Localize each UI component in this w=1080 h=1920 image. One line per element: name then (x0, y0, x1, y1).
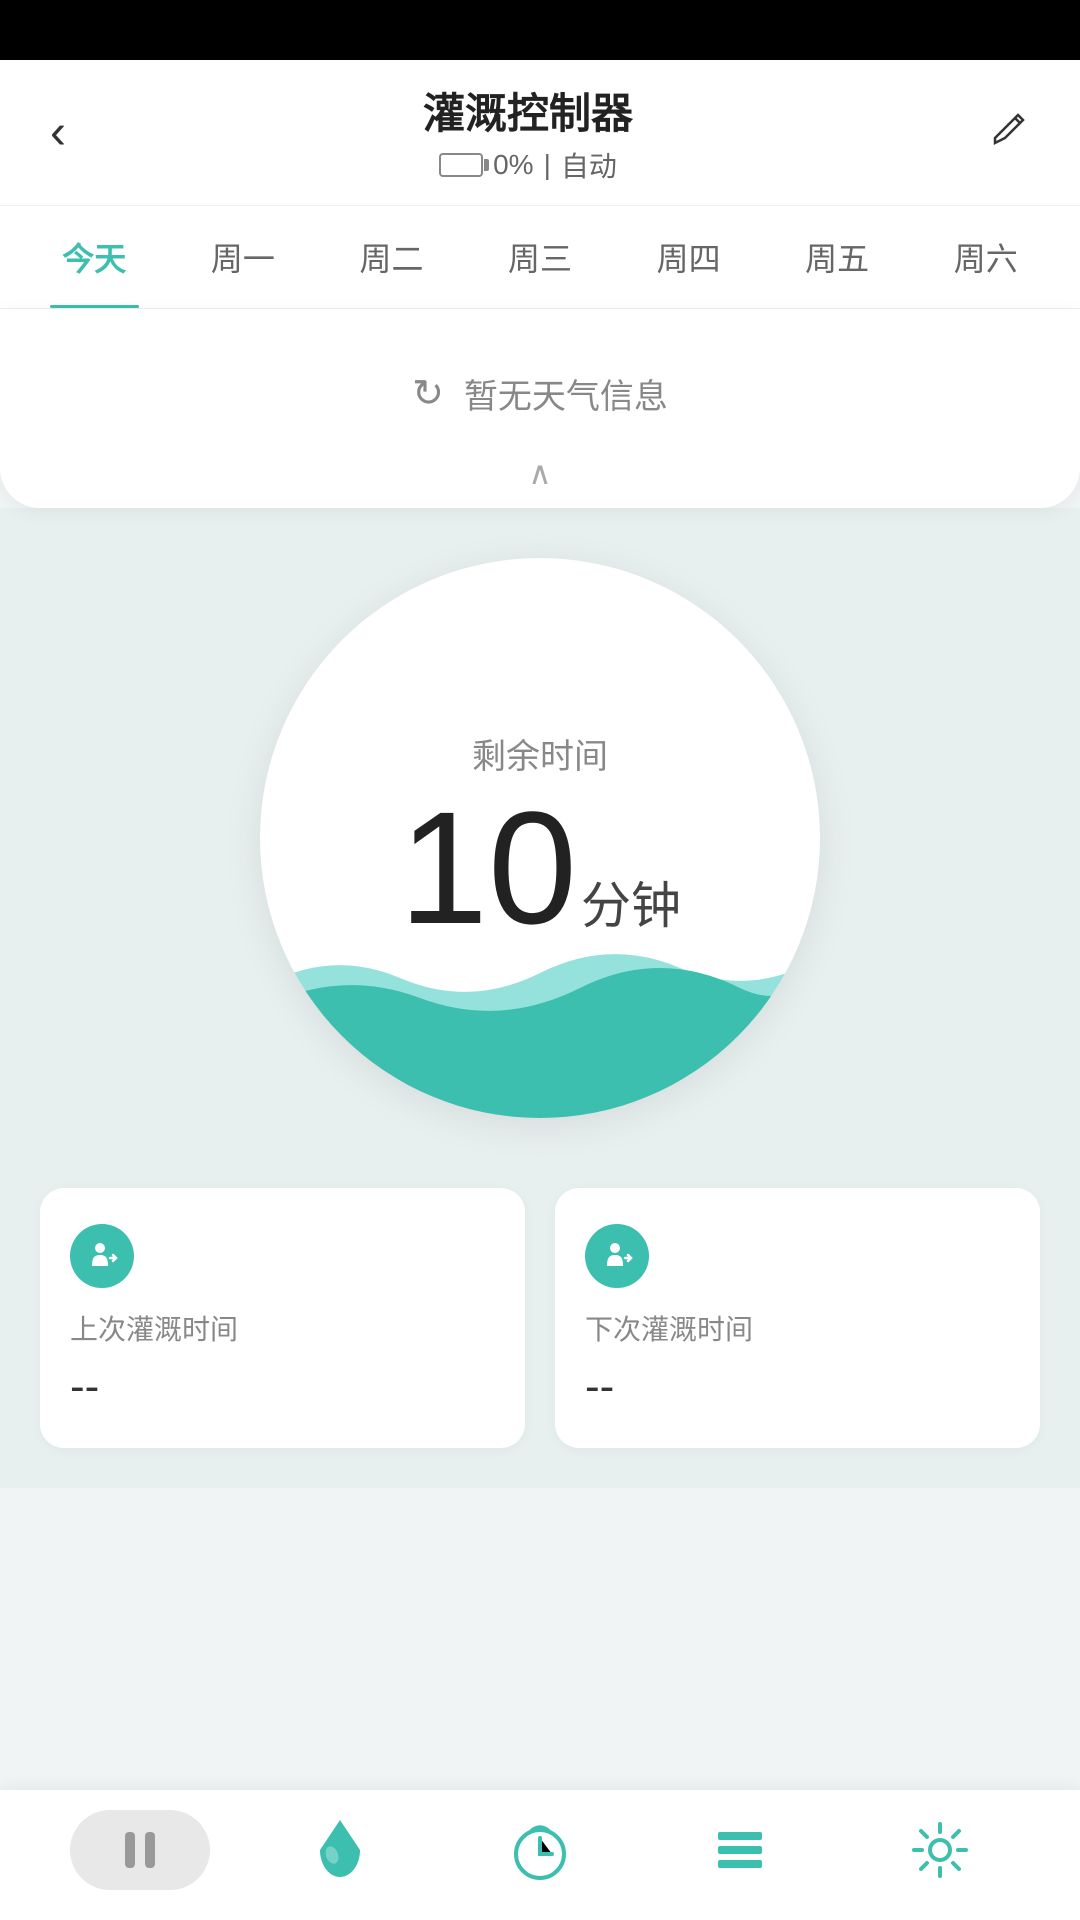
battery-percent: 0% (493, 149, 533, 181)
main-content: 剩余时间 10 分钟 (0, 508, 1080, 1488)
timer-label: 剩余时间 (472, 729, 608, 778)
tab-monday[interactable]: 周一 (169, 206, 318, 308)
separator: | (544, 149, 551, 181)
tab-today[interactable]: 今天 (20, 206, 169, 308)
day-tabs: 今天 周一 周二 周三 周四 周五 周六 (0, 206, 1080, 309)
battery-icon (439, 153, 483, 177)
last-watering-svg (84, 1238, 120, 1274)
timer-value: 10 分钟 (399, 788, 681, 948)
tab-tuesday[interactable]: 周二 (317, 206, 466, 308)
collapse-button[interactable]: ∧ (0, 454, 1080, 492)
last-watering-value: -- (70, 1362, 495, 1412)
back-button[interactable]: ‹ (40, 95, 76, 170)
timer-circle: 剩余时间 10 分钟 (260, 558, 820, 1118)
nav-item-pause[interactable] (40, 1810, 240, 1890)
header: ‹ 灌溉控制器 0% | 自动 (0, 60, 1080, 206)
tab-wednesday[interactable]: 周三 (466, 206, 615, 308)
pause-bar-right (145, 1832, 155, 1868)
last-watering-title: 上次灌溉时间 (70, 1308, 495, 1348)
list-icon (704, 1814, 776, 1886)
tab-saturday[interactable]: 周六 (911, 206, 1060, 308)
water-icon (304, 1814, 376, 1886)
pause-bar-left (125, 1832, 135, 1868)
tab-thursday[interactable]: 周四 (614, 206, 763, 308)
schedule-icon (504, 1814, 576, 1886)
timer-unit: 分钟 (581, 866, 681, 938)
nav-item-water[interactable] (240, 1814, 440, 1886)
nav-item-schedule[interactable] (440, 1814, 640, 1886)
next-watering-value: -- (585, 1362, 1010, 1412)
header-subtitle: 0% | 自动 (423, 145, 633, 185)
status-bar (0, 0, 1080, 60)
timer-circle-wrapper: 剩余时间 10 分钟 (40, 508, 1040, 1178)
bottom-nav (0, 1790, 1080, 1920)
info-cards: 上次灌溉时间 -- 下次灌溉时间 -- (40, 1188, 1040, 1448)
next-watering-card: 下次灌溉时间 -- (555, 1188, 1040, 1448)
weather-message: 暂无天气信息 (464, 369, 668, 418)
last-watering-card: 上次灌溉时间 -- (40, 1188, 525, 1448)
nav-item-list[interactable] (640, 1814, 840, 1886)
mode-label: 自动 (561, 145, 617, 185)
pause-icon (125, 1832, 155, 1868)
weather-card: ↻ 暂无天气信息 ∧ (0, 309, 1080, 508)
edit-button[interactable] (980, 98, 1040, 168)
nav-item-settings[interactable] (840, 1814, 1040, 1886)
last-watering-icon (70, 1224, 134, 1288)
chevron-up-icon: ∧ (528, 454, 551, 492)
tab-friday[interactable]: 周五 (763, 206, 912, 308)
header-title-block: 灌溉控制器 0% | 自动 (423, 80, 633, 185)
pause-button[interactable] (70, 1810, 210, 1890)
timer-number: 10 (399, 788, 577, 948)
refresh-icon[interactable]: ↻ (412, 371, 444, 416)
settings-icon (904, 1814, 976, 1886)
next-watering-icon (585, 1224, 649, 1288)
page-title: 灌溉控制器 (423, 80, 633, 141)
weather-info: ↻ 暂无天气信息 (40, 349, 1040, 448)
edit-icon (990, 108, 1030, 148)
next-watering-title: 下次灌溉时间 (585, 1308, 1010, 1348)
next-watering-svg (599, 1238, 635, 1274)
